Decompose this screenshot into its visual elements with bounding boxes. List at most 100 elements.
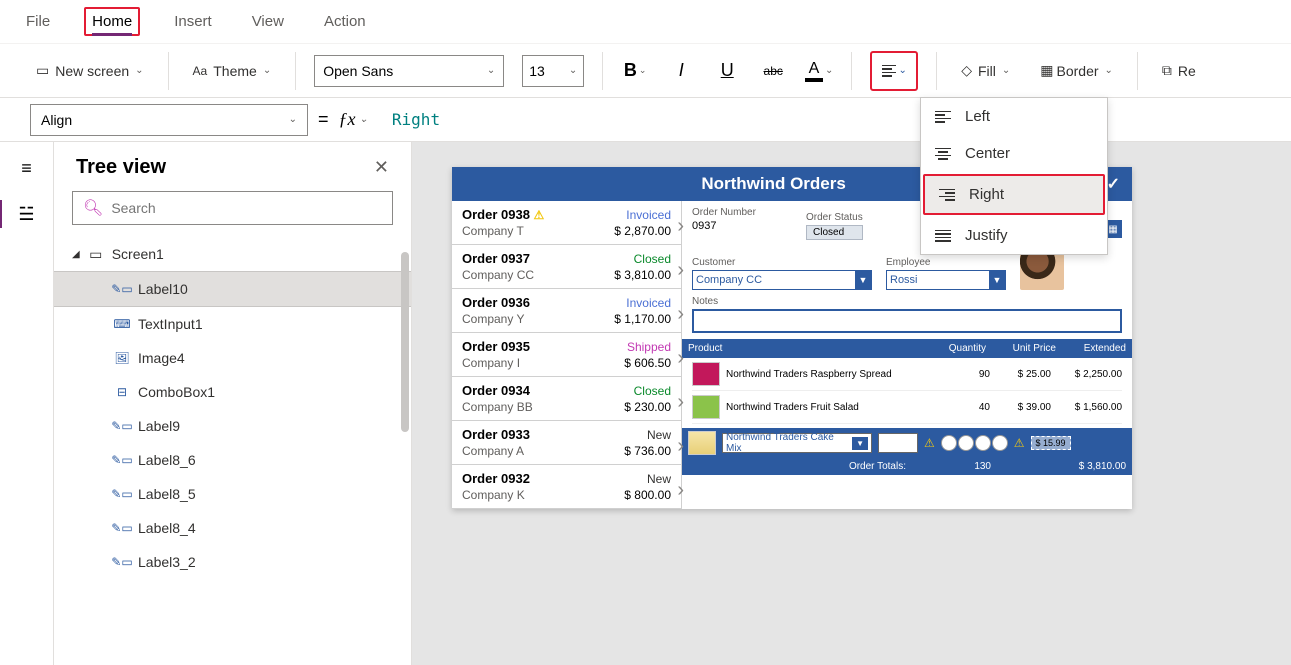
scrollbar-thumb[interactable] [401, 252, 409, 432]
textinput-icon: ⌨ [114, 316, 130, 332]
employee-combo[interactable]: Rossi▼ [886, 270, 1006, 290]
product-name: Northwind Traders Raspberry Spread [726, 369, 929, 380]
align-dropdown-button[interactable]: ⌄ [870, 51, 918, 91]
order-status-label: Order Status [806, 212, 863, 223]
warning-icon: ⚠ [924, 436, 935, 450]
align-right-option[interactable]: Right [923, 174, 1105, 215]
tree-node[interactable]: ⌨ TextInput1 [54, 307, 411, 341]
formula-value[interactable]: Right [392, 110, 440, 129]
strikethrough-button[interactable]: abc [759, 57, 787, 85]
order-number-label: Order Number [692, 207, 792, 218]
menu-insert[interactable]: Insert [168, 9, 218, 34]
theme-button[interactable]: Aа Theme ⌄ [187, 59, 278, 83]
confirm-icon[interactable]: ✓ [1107, 174, 1120, 194]
theme-label: Theme [213, 63, 257, 79]
order-row[interactable]: Order 0937 Company CCClosed$ 3,810.00› [452, 245, 681, 289]
order-status: Invoiced [626, 208, 671, 222]
order-name: Order 0938 ⚠ [462, 207, 544, 222]
combobox-icon: ⊟ [114, 384, 130, 400]
stepper-controls[interactable] [941, 435, 1008, 451]
menu-file[interactable]: File [20, 9, 56, 34]
tree-node[interactable]: ✎▭Label9 [54, 409, 411, 443]
tree-node[interactable]: ✎▭Label8_6 [54, 443, 411, 477]
close-icon[interactable]: ✕ [374, 157, 389, 178]
tree-node[interactable]: ✎▭Label8_5 [54, 477, 411, 511]
font-family-select[interactable]: Open Sans ⌄ [314, 55, 504, 87]
hdr-qty: Quantity [916, 343, 986, 354]
new-screen-button[interactable]: ▭ New screen ⌄ [30, 58, 150, 83]
property-select[interactable]: Align ⌄ [30, 104, 308, 136]
left-rail: ≡ ☱ [0, 142, 54, 665]
order-row[interactable]: Order 0932 Company KNew$ 800.00› [452, 465, 681, 509]
tree-node[interactable]: ⊟ComboBox1 [54, 375, 411, 409]
chevron-down-icon: ⌄ [825, 65, 833, 76]
order-amount: $ 1,170.00 [614, 312, 671, 326]
tree-node[interactable]: 🖼Image4 [54, 341, 411, 375]
node-label: Label8_5 [138, 486, 196, 502]
order-company: Company CC [462, 268, 534, 282]
reorder-button[interactable]: ⧉ Re [1156, 58, 1202, 83]
order-row[interactable]: Order 0936 Company YInvoiced$ 1,170.00› [452, 289, 681, 333]
collapse-icon[interactable]: ◢ [72, 249, 80, 260]
align-left-option[interactable]: Left [921, 98, 1107, 135]
reorder-icon: ⧉ [1162, 62, 1172, 79]
align-justify-option[interactable]: Justify [921, 217, 1107, 254]
node-label: TextInput1 [138, 316, 203, 332]
warning-icon: ⚠ [1014, 436, 1025, 450]
order-status: New [647, 472, 671, 486]
order-status: Shipped [627, 340, 671, 354]
align-justify-label: Justify [965, 227, 1008, 244]
order-name: Order 0937 [462, 251, 534, 266]
node-label: Label8_6 [138, 452, 196, 468]
font-size-select[interactable]: 13 ⌄ [522, 55, 584, 87]
border-button[interactable]: ▦ Border ⌄ [1034, 58, 1119, 83]
customer-combo[interactable]: Company CC▼ [692, 270, 872, 290]
tree-node[interactable]: ✎▭Label8_4 [54, 511, 411, 545]
product-qty: 40 [935, 402, 990, 413]
new-screen-icon: ▭ [36, 62, 49, 79]
hamburger-icon[interactable]: ≡ [15, 156, 39, 180]
menu-view[interactable]: View [246, 9, 290, 34]
property-value: Align [41, 112, 72, 128]
order-row[interactable]: Order 0933 Company ANew$ 736.00› [452, 421, 681, 465]
tree-node-screen[interactable]: ◢ ▭ Screen1 [54, 237, 411, 271]
qty-input[interactable] [878, 433, 918, 453]
order-row[interactable]: Order 0938 ⚠Company TInvoiced$ 2,870.00› [452, 201, 681, 245]
edit-price-value: $ 15.99 [1031, 436, 1071, 450]
bold-button[interactable]: B⌄ [621, 57, 649, 85]
font-color-button[interactable]: A ⌄ [805, 57, 833, 85]
tree-search[interactable]: 🔍︎ [72, 191, 393, 225]
align-right-icon [939, 189, 955, 201]
separator [295, 52, 296, 90]
tree-panel: Tree view ✕ 🔍︎ ◢ ▭ Screen1 ✎▭Label10⌨Tex… [54, 142, 412, 665]
search-input[interactable] [111, 200, 382, 216]
order-number-value: 0937 [692, 220, 792, 240]
align-center-option[interactable]: Center [921, 135, 1107, 172]
order-row[interactable]: Order 0934 Company BBClosed$ 230.00› [452, 377, 681, 421]
menu-action[interactable]: Action [318, 9, 372, 34]
fill-button[interactable]: ◇ Fill ⌄ [955, 58, 1016, 83]
chevron-down-icon: ⌄ [569, 65, 577, 76]
grid-header: Product Quantity Unit Price Extended [682, 339, 1132, 358]
order-row[interactable]: Order 0935 Company IShipped$ 606.50› [452, 333, 681, 377]
new-screen-label: New screen [55, 63, 129, 79]
underline-button[interactable]: U [713, 57, 741, 85]
italic-button[interactable]: I [667, 57, 695, 85]
product-image [688, 431, 716, 455]
order-amount: $ 3,810.00 [614, 268, 671, 282]
tree-list: ◢ ▭ Screen1 ✎▭Label10⌨TextInput1🖼Image4⊟… [54, 237, 411, 579]
chevron-right-icon: › [677, 215, 684, 238]
tree-node[interactable]: ✎▭Label3_2 [54, 545, 411, 579]
product-unit: $ 39.00 [996, 402, 1051, 413]
label-icon: ✎▭ [114, 554, 130, 570]
tree-node[interactable]: ✎▭Label10 [54, 271, 411, 307]
product-combo[interactable]: Northwind Traders Cake Mix▼ [722, 433, 872, 453]
chevron-down-icon: ⌄ [899, 65, 907, 76]
top-menu: File Home Insert View Action [0, 0, 1291, 44]
menu-home[interactable]: Home [84, 7, 140, 36]
chevron-right-icon: › [677, 435, 684, 458]
totals-ext: $ 3,810.00 [1056, 461, 1126, 472]
notes-input[interactable] [692, 309, 1122, 333]
order-company: Company BB [462, 400, 533, 414]
tree-view-icon[interactable]: ☱ [15, 202, 39, 226]
